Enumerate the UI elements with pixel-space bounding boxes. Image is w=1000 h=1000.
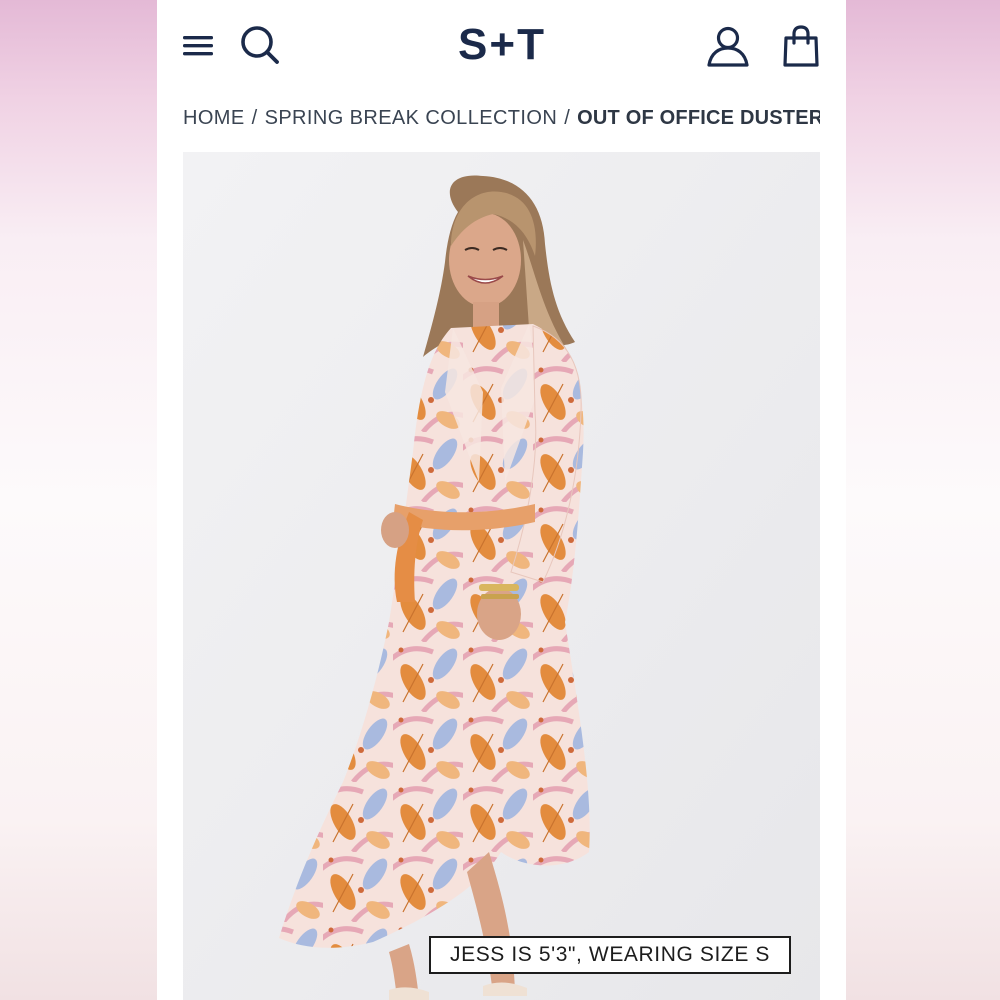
- mobile-page: S+T HOME / SPRING BREAK COLLECTION / OUT OF …: [157, 0, 846, 1000]
- product-image[interactable]: JESS IS 5'3", WEARING SIZE S: [183, 152, 820, 1000]
- model-size-caption: JESS IS 5'3", WEARING SIZE S: [429, 936, 791, 974]
- breadcrumb-current-page: OUT OF OFFICE DUSTER IN TROPI: [577, 107, 820, 129]
- user-account-icon[interactable]: [705, 24, 751, 68]
- site-logo[interactable]: S+T: [427, 20, 577, 70]
- background-right-panel: [846, 0, 1000, 1000]
- search-icon[interactable]: [239, 24, 281, 66]
- breadcrumb-separator: /: [564, 107, 571, 129]
- site-header: S+T: [157, 0, 846, 92]
- model-photo-illustration: [183, 152, 820, 1000]
- shopping-bag-icon[interactable]: [781, 24, 821, 68]
- breadcrumb-separator: /: [251, 107, 258, 129]
- breadcrumb: HOME / SPRING BREAK COLLECTION / OUT OF OFFI…: [183, 107, 820, 135]
- breadcrumb-home-link[interactable]: HOME: [183, 107, 245, 129]
- background-left-panel: [0, 0, 157, 1000]
- breadcrumb-collection-link[interactable]: SPRING BREAK COLLECTION: [265, 107, 558, 129]
- hamburger-menu-icon[interactable]: [181, 31, 215, 61]
